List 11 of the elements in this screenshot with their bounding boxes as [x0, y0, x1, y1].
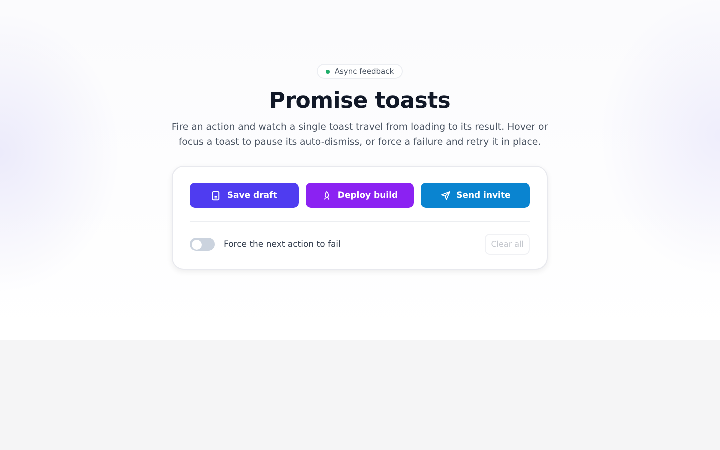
rocket-icon: [322, 190, 332, 200]
page-title: Promise toasts: [269, 89, 451, 114]
send-icon: [440, 190, 451, 200]
action-button[interactable]: Deploy build: [306, 183, 414, 208]
description: Fire an action and watch a single toast travel from loading to its result. Hover or focus a toast to pause its auto-dismiss, or force a failure and retry it in place.: [170, 121, 550, 150]
action-button[interactable]: Save draft: [190, 183, 299, 208]
toggle-switch[interactable]: [190, 238, 215, 251]
toggle-label: Force the next action to fail: [224, 240, 341, 250]
file-icon: [211, 190, 222, 200]
action-button[interactable]: Send invite: [421, 183, 530, 208]
status-dot-icon: [326, 70, 330, 74]
